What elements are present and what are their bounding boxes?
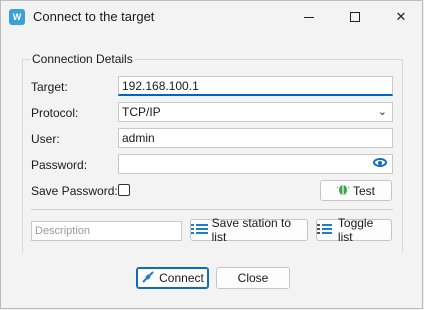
toggle-list-label: Toggle list <box>337 216 374 244</box>
target-label: Target: <box>31 80 68 94</box>
title-bar[interactable]: W Connect to the target ✕ <box>1 1 422 33</box>
target-input[interactable]: 192.168.100.1 <box>118 76 393 96</box>
window-title: Connect to the target <box>33 9 155 24</box>
divider <box>31 209 393 210</box>
test-button[interactable]: Test <box>320 180 392 201</box>
save-password-label: Save Password: <box>31 184 118 198</box>
save-password-checkbox[interactable] <box>118 184 130 196</box>
connect-button[interactable]: Connect <box>136 267 209 289</box>
password-label: Password: <box>31 158 88 172</box>
maximize-icon <box>350 12 360 22</box>
protocol-value: TCP/IP <box>122 105 161 119</box>
close-label: Close <box>237 271 269 285</box>
close-window-button[interactable]: ✕ <box>378 1 424 33</box>
eye-icon[interactable] <box>373 158 387 167</box>
protocol-label: Protocol: <box>31 106 79 120</box>
chevron-down-icon: ⌄ <box>377 106 387 118</box>
minimize-button[interactable] <box>286 1 332 33</box>
close-button[interactable]: Close <box>216 267 290 289</box>
user-label: User: <box>31 132 60 146</box>
bug-icon <box>336 182 350 199</box>
plug-icon <box>141 270 155 287</box>
maximize-button[interactable] <box>332 1 378 33</box>
dialog-window: W Connect to the target ✕ Connection Det… <box>0 0 423 309</box>
toggle-list-button[interactable]: Toggle list <box>316 216 392 244</box>
list-icon <box>191 223 208 237</box>
group-title: Connection Details <box>30 52 135 66</box>
connect-label: Connect <box>159 271 204 285</box>
protocol-select[interactable]: TCP/IP ⌄ <box>118 102 393 122</box>
description-input[interactable]: Description <box>31 221 182 241</box>
password-input[interactable] <box>118 154 393 174</box>
save-station-label: Save station to list <box>211 216 292 244</box>
close-icon: ✕ <box>395 9 407 24</box>
minimize-icon <box>304 16 314 18</box>
save-station-button[interactable]: Save station to list <box>190 216 308 244</box>
user-input[interactable]: admin <box>118 128 393 148</box>
app-icon: W <box>9 9 25 25</box>
test-button-label: Test <box>352 183 375 198</box>
toggle-list-icon <box>317 223 334 237</box>
